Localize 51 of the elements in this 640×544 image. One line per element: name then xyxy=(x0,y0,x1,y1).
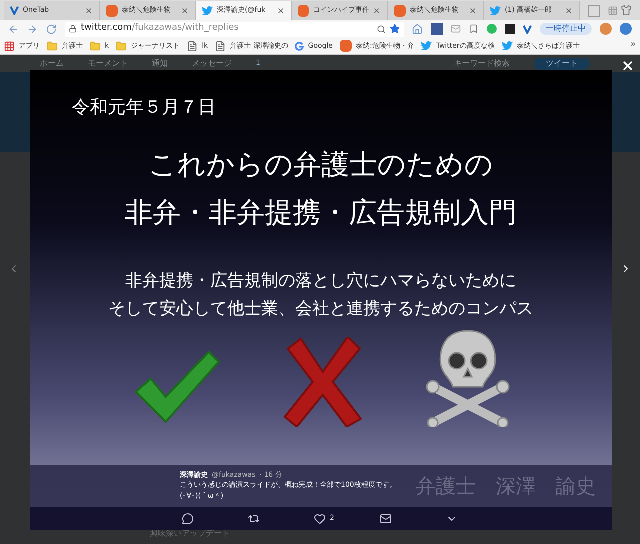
close-button[interactable] xyxy=(621,59,635,73)
back-icon[interactable] xyxy=(8,24,19,34)
lock-icon xyxy=(69,25,77,33)
paused-badge[interactable]: 一時停止中 xyxy=(540,23,592,35)
search-icon[interactable] xyxy=(377,24,386,34)
bird-icon xyxy=(490,6,501,16)
folder-icon xyxy=(116,40,128,52)
close-tab-icon[interactable] xyxy=(85,6,93,14)
bird-icon xyxy=(502,41,513,51)
close-tab-icon[interactable] xyxy=(373,6,381,14)
home-icon[interactable] xyxy=(412,24,423,34)
nav-link[interactable]: メッセージ xyxy=(192,58,232,70)
page-icon xyxy=(215,40,226,52)
bird-icon xyxy=(421,41,432,51)
v-logo-icon[interactable] xyxy=(523,24,532,34)
more-bookmarks-link[interactable]: » xyxy=(630,39,636,53)
slide-speaker: 弁護士 深澤 諭史 xyxy=(416,473,596,500)
slide-subtitle: そして安心して他士業、会社と連携するためのコンパス xyxy=(108,298,534,321)
folder-icon xyxy=(47,40,58,52)
retweet-icon[interactable] xyxy=(248,512,260,524)
close-tab-icon[interactable] xyxy=(565,6,573,14)
cross-mark-icon xyxy=(283,337,363,427)
apps-grid-icon xyxy=(4,40,15,52)
bird-icon xyxy=(202,6,213,16)
reload-icon[interactable] xyxy=(46,24,57,34)
message-icon[interactable] xyxy=(380,512,392,524)
nav-link[interactable]: モーメント xyxy=(88,58,128,70)
search-field[interactable]: キーワード検索 xyxy=(454,58,510,70)
slide-subtitle: 非弁提携・広告規制の落とし穴にハマらないために xyxy=(126,270,516,293)
like-icon[interactable] xyxy=(314,512,326,524)
profile-shirt-icon[interactable] xyxy=(621,5,632,16)
bookmark-icon[interactable] xyxy=(469,24,479,34)
forward-icon[interactable] xyxy=(27,24,38,34)
tweet-button[interactable]: ツイート xyxy=(534,58,590,70)
star-icon[interactable] xyxy=(390,24,400,34)
page-icon xyxy=(187,40,198,52)
close-tab-icon[interactable] xyxy=(277,6,285,14)
slide-title: 非弁・非弁提携・広告規制入門 xyxy=(125,195,517,231)
close-tab-icon[interactable] xyxy=(469,6,477,14)
v-logo-icon xyxy=(10,6,19,15)
close-tab-icon[interactable] xyxy=(181,6,189,14)
google-g-icon xyxy=(295,42,304,50)
address-bar[interactable]: twitter.com/fukazawas/with_replies xyxy=(65,22,404,36)
folder-icon xyxy=(90,40,101,52)
nav-link[interactable]: ホーム xyxy=(40,58,64,70)
reply-icon[interactable] xyxy=(182,512,194,524)
slide-date: 令和元年５月７日 xyxy=(72,96,216,120)
nav-link[interactable]: 通知 xyxy=(152,58,168,70)
slide-title: これからの弁護士のための xyxy=(148,147,494,183)
url-text: twitter.com/fukazawas/with_replies xyxy=(81,22,239,36)
avatar-icon[interactable] xyxy=(600,23,612,35)
